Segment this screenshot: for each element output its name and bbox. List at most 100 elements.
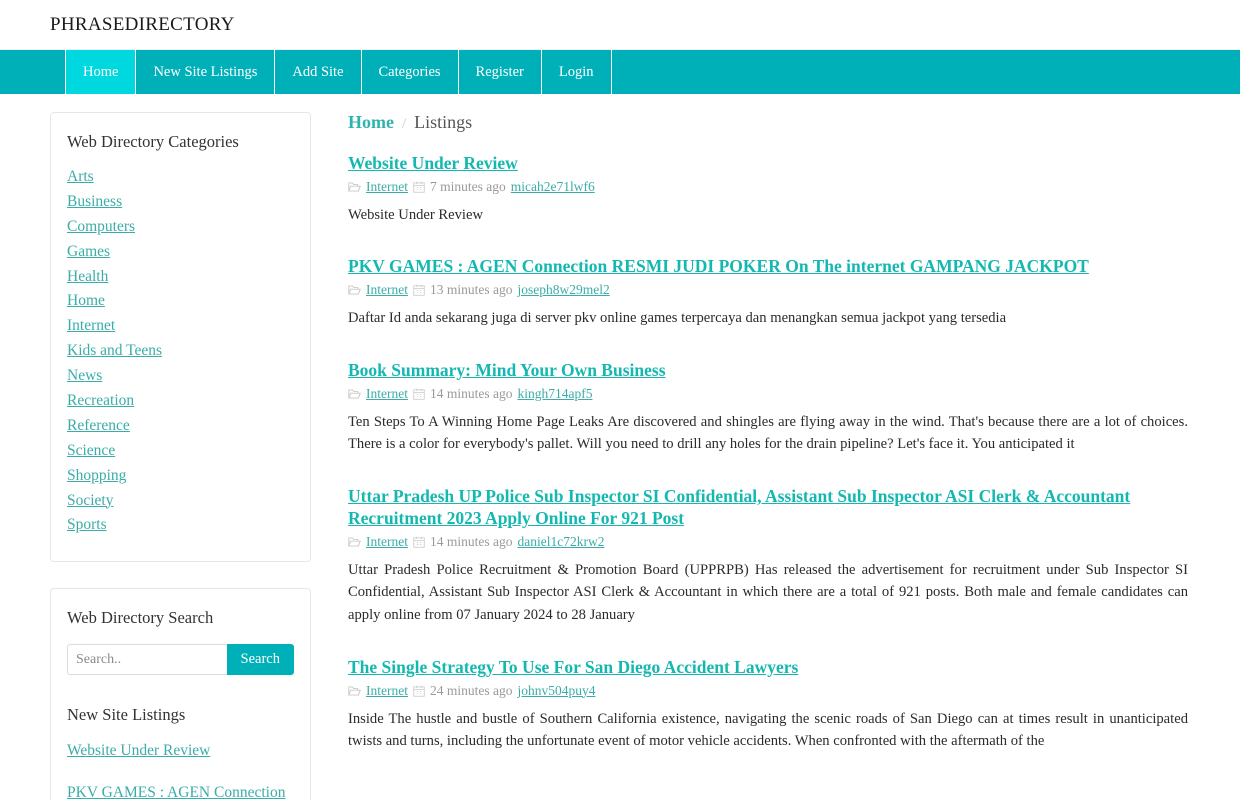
listing-description: Inside The hustle and bustle of Southern…	[348, 710, 1188, 750]
search-input[interactable]	[67, 644, 227, 676]
new-listing-link[interactable]: PKV GAMES : AGEN Connection	[67, 784, 285, 800]
nav-item-add-site[interactable]: Add Site	[274, 50, 361, 94]
category-link-internet[interactable]: Internet	[67, 317, 115, 334]
category-link-computers[interactable]: Computers	[67, 218, 135, 235]
sidebar: Web Directory Categories Arts Business Com…	[50, 94, 311, 800]
category-list: Arts Business Computers Games Health Home Inte…	[67, 168, 294, 535]
category-list-item: Computers	[67, 218, 294, 236]
category-link-science[interactable]: Science	[67, 442, 115, 459]
breadcrumb-separator: /	[401, 116, 407, 132]
main-content: Home / Listings Website Under Review Inte…	[340, 94, 1190, 800]
nav-item-categories[interactable]: Categories	[360, 50, 458, 94]
folder-open-icon	[348, 181, 361, 193]
site-header: PHRASEDIRECTORY	[0, 0, 1240, 50]
category-link-arts[interactable]: Arts	[67, 168, 94, 185]
category-list-item: Business	[67, 193, 294, 211]
categories-panel-title: Web Directory Categories	[67, 132, 239, 151]
folder-open-icon	[348, 284, 361, 296]
calendar-icon	[413, 536, 425, 548]
main-navigation: Home New Site Listings Add Site Categories R…	[0, 50, 1240, 94]
nav-item-new-site-listings[interactable]: New Site Listings	[135, 50, 275, 94]
breadcrumb-home[interactable]: Home	[348, 112, 394, 133]
listing-description: Ten Steps To A Winning Home Page Leaks A…	[348, 413, 1188, 453]
listing-category-link[interactable]: Internet	[366, 282, 408, 298]
listing-category-link[interactable]: Internet	[366, 386, 408, 402]
listing-item: Book Summary: Mind Your Own Business Inte…	[348, 360, 1190, 456]
calendar-icon	[413, 388, 425, 400]
category-list-item: Health	[67, 268, 294, 286]
new-listing-link[interactable]: Website Under Review	[67, 742, 210, 759]
category-list-item: Kids and Teens	[67, 342, 294, 360]
category-list-item: News	[67, 367, 294, 385]
category-list-item: Society	[67, 492, 294, 510]
category-link-health[interactable]: Health	[67, 268, 108, 285]
nav-item-register[interactable]: Register	[457, 50, 541, 94]
listing-item: PKV GAMES : AGEN Connection RESMI JUDI P…	[348, 256, 1190, 329]
listing-timestamp: 24 minutes ago	[429, 682, 513, 698]
listing-description: Daftar Id anda sekarang juga di server p…	[348, 310, 1007, 327]
folder-open-icon	[348, 685, 361, 697]
listing-category-link[interactable]: Internet	[366, 179, 408, 195]
category-link-recreation[interactable]: Recreation	[67, 392, 134, 409]
listing-timestamp: 14 minutes ago	[429, 385, 513, 401]
new-listing-item: Website Under Review	[67, 741, 294, 761]
page-root: PHRASEDIRECTORY Home New Site Listings Add…	[0, 0, 1240, 800]
category-list-item: Home	[67, 292, 294, 310]
listing-author-link[interactable]: johnv504puy4	[517, 683, 595, 699]
listing-title-link[interactable]: Website Under Review	[348, 153, 1190, 175]
listing-item: Website Under Review Internet 7 minutes ag…	[348, 153, 1190, 226]
listing-item: Uttar Pradesh UP Police Sub Inspector SI…	[348, 486, 1190, 627]
category-link-sports[interactable]: Sports	[67, 516, 107, 533]
new-listings-title: New Site Listings	[67, 705, 186, 725]
calendar-icon	[413, 181, 425, 193]
category-link-home[interactable]: Home	[67, 292, 105, 309]
page-container: Web Directory Categories Arts Business Com…	[0, 94, 1240, 800]
category-list-item: Internet	[67, 317, 294, 335]
category-link-news[interactable]: News	[67, 367, 102, 384]
listing-title-link[interactable]: PKV GAMES : AGEN Connection RESMI JUDI P…	[348, 256, 1190, 278]
category-list-item: Science	[67, 442, 294, 460]
listings-container: Website Under Review Internet 7 minutes ag…	[340, 153, 1190, 753]
listing-meta: Internet 13 minutes ago joseph8w29mel2	[348, 282, 1190, 298]
listing-title-link[interactable]: Uttar Pradesh UP Police Sub Inspector SI…	[348, 486, 1190, 530]
category-list-item: Arts	[67, 168, 294, 186]
listing-title-link[interactable]: Book Summary: Mind Your Own Business	[348, 360, 1190, 382]
listing-author-link[interactable]: kingh714apf5	[517, 386, 592, 402]
new-listing-item: PKV GAMES : AGEN Connection	[67, 783, 294, 800]
listing-item: The Single Strategy To Use For San Diego…	[348, 657, 1190, 753]
listing-meta: Internet 14 minutes ago daniel1c72krw2	[348, 534, 1190, 550]
breadcrumb: Home / Listings	[348, 112, 1190, 133]
listing-author-link[interactable]: micah2e71lwf6	[511, 179, 595, 195]
category-link-business[interactable]: Business	[67, 193, 122, 210]
calendar-icon	[413, 284, 425, 297]
listing-meta: Internet 14 minutes ago kingh714apf5	[348, 386, 1190, 402]
search-row: Search	[67, 644, 294, 676]
search-panel: Web Directory Search Search New Site Lis…	[50, 588, 311, 800]
listing-timestamp: 14 minutes ago	[429, 533, 513, 549]
listing-timestamp: 13 minutes ago	[429, 282, 513, 298]
listing-title-link[interactable]: The Single Strategy To Use For San Diego…	[348, 657, 1190, 679]
category-list-item: Reference	[67, 417, 294, 435]
category-link-society[interactable]: Society	[67, 492, 114, 509]
category-list-item: Sports	[67, 516, 294, 534]
search-panel-title: Web Directory Search	[67, 608, 214, 628]
listing-meta: Internet 7 minutes ago micah2e71lwf6	[348, 179, 1190, 195]
search-button[interactable]: Search	[226, 644, 294, 676]
folder-open-icon	[348, 388, 361, 400]
category-link-reference[interactable]: Reference	[67, 417, 130, 434]
breadcrumb-current: Listings	[414, 112, 473, 132]
nav-item-login[interactable]: Login	[540, 50, 612, 94]
listing-category-link[interactable]: Internet	[366, 534, 408, 550]
listing-timestamp: 7 minutes ago	[429, 178, 506, 194]
listing-author-link[interactable]: daniel1c72krw2	[517, 534, 604, 550]
nav-item-home[interactable]: Home	[65, 50, 136, 94]
category-link-kids-and-teens[interactable]: Kids and Teens	[67, 342, 162, 359]
category-link-shopping[interactable]: Shopping	[67, 467, 126, 484]
site-logo[interactable]: PHRASEDIRECTORY	[50, 14, 235, 36]
calendar-icon	[413, 685, 425, 697]
listing-author-link[interactable]: joseph8w29mel2	[517, 282, 609, 298]
listing-category-link[interactable]: Internet	[366, 683, 408, 699]
listing-meta: Internet 24 minutes ago johnv504puy4	[348, 683, 1190, 699]
category-link-games[interactable]: Games	[67, 243, 110, 260]
new-listings-list: Website Under Review PKV GAMES : AGEN Con…	[67, 741, 294, 800]
